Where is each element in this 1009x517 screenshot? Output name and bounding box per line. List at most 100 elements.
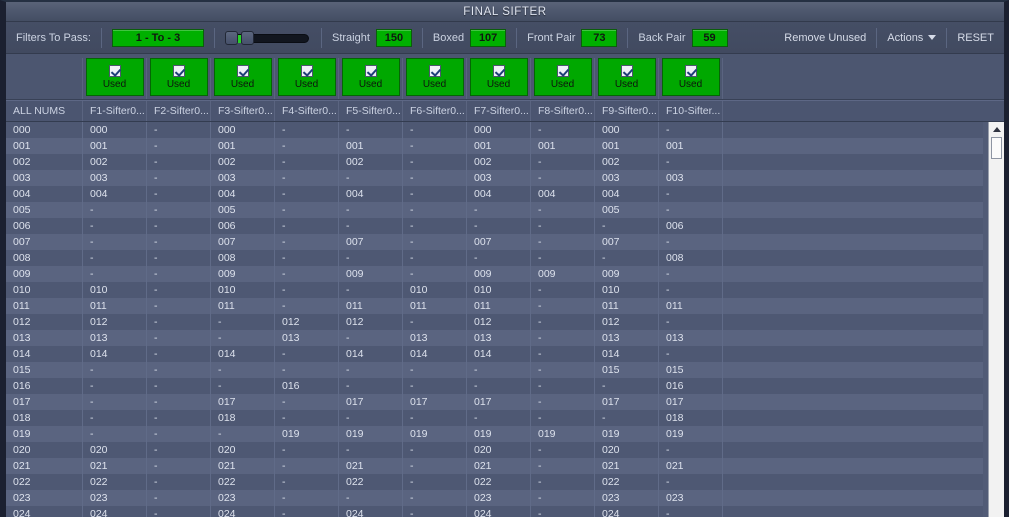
table-row[interactable]: 023 023-023- - -023-023 023 xyxy=(6,490,983,506)
filters-to-pass-value[interactable]: 1 - To - 3 xyxy=(112,28,204,47)
cell-f7: - xyxy=(467,378,531,394)
used-toggle-2[interactable]: Used xyxy=(149,58,208,96)
table-row[interactable]: 011 011-011-011 011 011-011 011 xyxy=(6,298,983,314)
cell-f8: - xyxy=(531,122,595,138)
used-toggle-4[interactable]: Used xyxy=(277,58,336,96)
cell-f7: 003 xyxy=(467,170,531,186)
used-toggle-1[interactable]: Used xyxy=(85,58,144,96)
reset-button[interactable]: RESET xyxy=(957,32,994,44)
used-toggle-10[interactable]: Used xyxy=(661,58,720,96)
table-row[interactable]: 005- -005- - - - -005- xyxy=(6,202,983,218)
vertical-scrollbar[interactable] xyxy=(988,122,1004,517)
table-row[interactable]: 019- - -019 019 019 019 019 019 019 xyxy=(6,426,983,442)
cell-f2: - xyxy=(147,154,211,170)
table-row[interactable]: 008- -008- - - - - -008 xyxy=(6,250,983,266)
table-row[interactable]: 018- -018- - - - - -018 xyxy=(6,410,983,426)
cell-f5: - xyxy=(339,378,403,394)
filters-range-slider[interactable] xyxy=(225,30,311,45)
checkbox-checked-icon[interactable] xyxy=(364,64,377,77)
cell-f6: - xyxy=(403,170,467,186)
used-toggle-7[interactable]: Used xyxy=(469,58,528,96)
used-toggle-9[interactable]: Used xyxy=(597,58,656,96)
cell-f4: - xyxy=(275,458,339,474)
column-header-f1[interactable]: F1-Sifter0... xyxy=(83,101,147,121)
actions-menu-button[interactable]: Actions xyxy=(887,31,937,44)
column-header-f2[interactable]: F2-Sifter0... xyxy=(147,101,211,121)
cell-f9: 017 xyxy=(595,394,659,410)
cell-f10: - xyxy=(659,346,723,362)
table-row[interactable]: 010 010-010- -010 010-010- xyxy=(6,282,983,298)
range-handle-max[interactable] xyxy=(241,30,254,45)
table-row[interactable]: 003 003-003- - -003-003 003 xyxy=(6,170,983,186)
actions-label: Actions xyxy=(887,31,924,44)
column-header-f4[interactable]: F4-Sifter0... xyxy=(275,101,339,121)
cell-f1: - xyxy=(83,426,147,442)
used-label: Used xyxy=(614,78,639,90)
table-row[interactable]: 000 000-000- - -000-000- xyxy=(6,122,983,138)
cell-f9: 013 xyxy=(595,330,659,346)
table-row[interactable]: 022 022-022-022-022-022- xyxy=(6,474,983,490)
range-handle-min[interactable] xyxy=(225,30,238,45)
scrollbar-thumb[interactable] xyxy=(991,137,1002,159)
used-toggle-3[interactable]: Used xyxy=(213,58,272,96)
column-header-all-nums[interactable]: ALL NUMS xyxy=(6,101,83,121)
cell-f1: - xyxy=(83,378,147,394)
table-row[interactable]: 002 002-002-002-002-002- xyxy=(6,154,983,170)
cell-f6: 017 xyxy=(403,394,467,410)
used-toggle-5[interactable]: Used xyxy=(341,58,400,96)
cell-all-nums: 012 xyxy=(6,314,83,330)
remove-unused-button[interactable]: Remove Unused xyxy=(784,32,866,44)
column-header-f10[interactable]: F10-Sifter... xyxy=(659,101,723,121)
checkbox-checked-icon[interactable] xyxy=(620,64,633,77)
column-header-f8[interactable]: F8-Sifter0... xyxy=(531,101,595,121)
scroll-up-button[interactable] xyxy=(989,122,1004,136)
table-row[interactable]: 017- -017-017 017 017-017 017 xyxy=(6,394,983,410)
cell-f2: - xyxy=(147,410,211,426)
grid-body: 000 000-000- - -000-000-001 001-001-001-001 0… xyxy=(6,122,983,517)
checkbox-checked-icon[interactable] xyxy=(172,64,185,77)
table-row[interactable]: 007- -007-007-007-007- xyxy=(6,234,983,250)
cell-f9: - xyxy=(595,410,659,426)
row-tail xyxy=(723,458,983,474)
table-row[interactable]: 001 001-001-001-001 001 001 001 xyxy=(6,138,983,154)
table-row[interactable]: 012 012- -012 012-012-012- xyxy=(6,314,983,330)
checkbox-checked-icon[interactable] xyxy=(300,64,313,77)
column-header-f9[interactable]: F9-Sifter0... xyxy=(595,101,659,121)
used-toggle-8[interactable]: Used xyxy=(533,58,592,96)
cell-all-nums: 020 xyxy=(6,442,83,458)
cell-f4: - xyxy=(275,202,339,218)
table-row[interactable]: 006- -006- - - - - -006 xyxy=(6,218,983,234)
cell-f1: 021 xyxy=(83,458,147,474)
cell-f8: - xyxy=(531,458,595,474)
cell-f3: 018 xyxy=(211,410,275,426)
checkbox-checked-icon[interactable] xyxy=(108,64,121,77)
checkbox-checked-icon[interactable] xyxy=(236,64,249,77)
column-header-f5[interactable]: F5-Sifter0... xyxy=(339,101,403,121)
checkbox-checked-icon[interactable] xyxy=(492,64,505,77)
column-header-f3[interactable]: F3-Sifter0... xyxy=(211,101,275,121)
column-header-tail xyxy=(723,101,1004,121)
cell-f10: 023 xyxy=(659,490,723,506)
column-header-f6[interactable]: F6-Sifter0... xyxy=(403,101,467,121)
checkbox-checked-icon[interactable] xyxy=(684,64,697,77)
column-header-f7[interactable]: F7-Sifter0... xyxy=(467,101,531,121)
cell-all-nums: 006 xyxy=(6,218,83,234)
cell-f6: - xyxy=(403,490,467,506)
table-row[interactable]: 014 014-014-014 014 014-014- xyxy=(6,346,983,362)
cell-f5: 014 xyxy=(339,346,403,362)
table-row[interactable]: 024 024-024-024-024-024- xyxy=(6,506,983,517)
used-toggle-6[interactable]: Used xyxy=(405,58,464,96)
checkbox-checked-icon[interactable] xyxy=(428,64,441,77)
cell-f9: 011 xyxy=(595,298,659,314)
table-row[interactable]: 016- - -016- - - - -016 xyxy=(6,378,983,394)
table-row[interactable]: 004 004-004-004-004 004 004- xyxy=(6,186,983,202)
table-row[interactable]: 015- - - - - - - -015 015 xyxy=(6,362,983,378)
table-row[interactable]: 009- -009-009-009 009 009- xyxy=(6,266,983,282)
table-row[interactable]: 013 013- -013-013 013-013 013 xyxy=(6,330,983,346)
checkbox-checked-icon[interactable] xyxy=(556,64,569,77)
row-tail xyxy=(723,234,983,250)
table-row[interactable]: 021 021-021-021-021-021 021 xyxy=(6,458,983,474)
used-cell-2: Used xyxy=(147,58,211,99)
table-row[interactable]: 020 020-020- - -020-020- xyxy=(6,442,983,458)
cell-f6: - xyxy=(403,138,467,154)
